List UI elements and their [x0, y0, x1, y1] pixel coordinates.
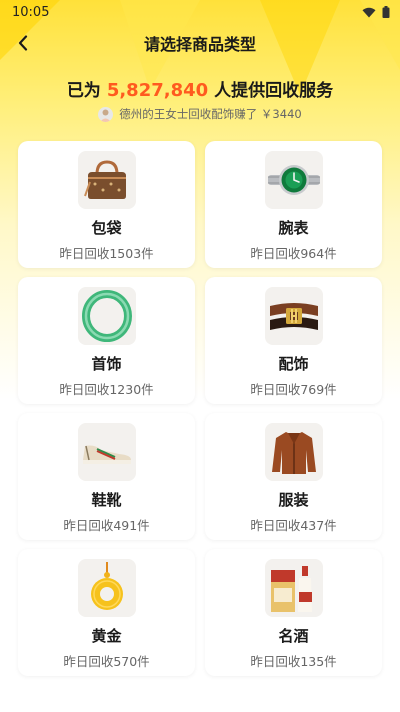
headline-suffix: 人提供回收服务 [214, 81, 334, 101]
service-count-headline: 已为 5,827,840 人提供回收服务 [0, 76, 400, 101]
chevron-left-icon [18, 35, 28, 51]
category-name: 配饰 [278, 355, 309, 373]
category-thumbnail [264, 287, 323, 345]
category-card-shoes[interactable]: 鞋靴 昨日回收491件 [18, 413, 195, 540]
category-card-gold[interactable]: 黄金 昨日回收570件 [18, 549, 195, 676]
category-thumbnail [77, 423, 136, 481]
category-card-watches[interactable]: 腕表 昨日回收964件 [205, 141, 382, 268]
status-icons [362, 6, 390, 18]
headline-prefix: 已为 [66, 81, 101, 101]
category-name: 黄金 [91, 627, 122, 645]
wifi-icon [362, 7, 376, 17]
category-yesterday-count: 昨日回收1230件 [59, 382, 154, 397]
category-card-clothing[interactable]: 服装 昨日回收437件 [205, 413, 382, 540]
handbag-icon [83, 160, 126, 199]
sneaker-icon [82, 445, 131, 464]
category-thumbnail [264, 423, 323, 481]
category-yesterday-count: 昨日回收964件 [250, 246, 337, 261]
service-count: 5,827,840 [106, 80, 209, 101]
category-name: 服装 [278, 491, 309, 509]
category-thumbnail [77, 151, 136, 209]
status-bar: 10:05 [0, 0, 400, 24]
leather-jacket-icon [271, 432, 316, 474]
category-yesterday-count: 昨日回收437件 [250, 518, 337, 533]
category-thumbnail [264, 151, 323, 209]
user-avatar-icon [100, 109, 112, 122]
page-title: 请选择商品类型 [143, 35, 256, 54]
battery-icon [382, 6, 390, 18]
category-name: 鞋靴 [91, 491, 122, 509]
status-time: 10:05 [12, 4, 50, 20]
avatar [98, 106, 114, 122]
category-name: 腕表 [278, 219, 309, 237]
watch-icon [267, 165, 320, 195]
back-button[interactable] [8, 28, 38, 58]
category-yesterday-count: 昨日回收570件 [63, 654, 150, 669]
category-yesterday-count: 昨日回收491件 [63, 518, 150, 533]
category-yesterday-count: 昨日回收135件 [250, 654, 337, 669]
category-thumbnail [264, 559, 323, 617]
navigation-bar: 请选择商品类型 [0, 24, 400, 62]
category-grid: 包袋 昨日回收1503件 腕表 昨日回收964件 首饰 昨日回收1230件 配饰… [18, 141, 382, 676]
category-card-bags[interactable]: 包袋 昨日回收1503件 [18, 141, 195, 268]
gold-pendant-icon [90, 562, 123, 610]
category-name: 首饰 [91, 355, 122, 373]
category-thumbnail [77, 559, 136, 617]
liquor-bottle-icon [270, 566, 312, 612]
category-card-liquor[interactable]: 名酒 昨日回收135件 [205, 549, 382, 676]
category-thumbnail [77, 287, 136, 345]
category-yesterday-count: 昨日回收1503件 [59, 246, 154, 261]
category-card-jewelry[interactable]: 首饰 昨日回收1230件 [18, 277, 195, 404]
category-card-accessories[interactable]: 配饰 昨日回收769件 [205, 277, 382, 404]
recent-activity-ticker: 德州的王女士回收配饰赚了 ￥3440 [0, 106, 400, 122]
jade-bangle-icon [81, 290, 132, 342]
belt-icon [269, 303, 318, 330]
category-name: 包袋 [91, 219, 122, 237]
category-yesterday-count: 昨日回收769件 [250, 382, 337, 397]
ticker-text: 德州的王女士回收配饰赚了 ￥3440 [119, 107, 302, 121]
category-name: 名酒 [278, 627, 309, 645]
